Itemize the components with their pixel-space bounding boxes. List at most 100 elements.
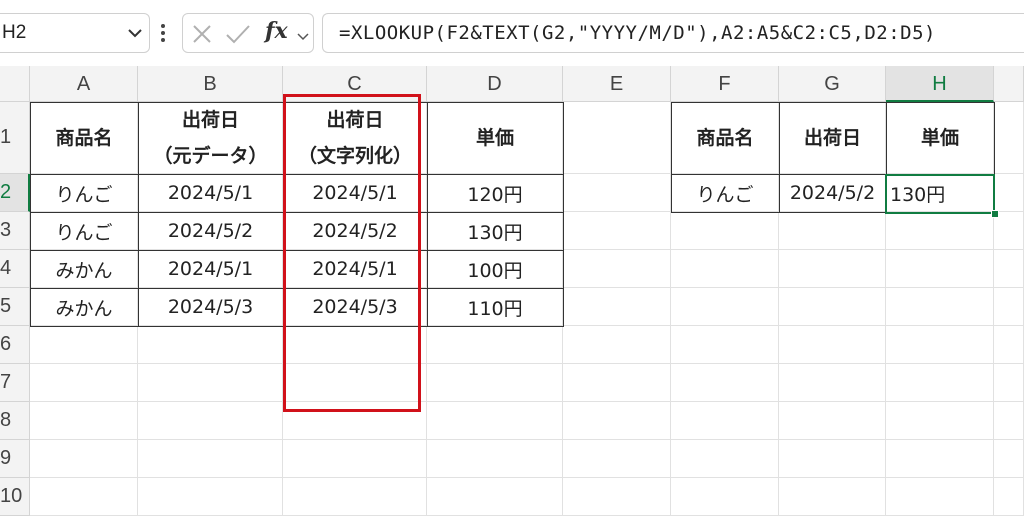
grid-cell[interactable] bbox=[994, 364, 1024, 402]
grid-cell[interactable] bbox=[30, 478, 138, 516]
cancel-icon[interactable] bbox=[191, 23, 213, 49]
grid-cell[interactable] bbox=[994, 478, 1024, 516]
grid-cell[interactable] bbox=[30, 440, 138, 478]
grid-cell[interactable] bbox=[779, 440, 886, 478]
grid-cell[interactable] bbox=[994, 402, 1024, 440]
grid-cell[interactable] bbox=[427, 326, 563, 364]
row-header-9[interactable]: 9 bbox=[0, 440, 30, 478]
column-header-b[interactable]: B bbox=[138, 66, 283, 102]
grid-cell[interactable] bbox=[671, 440, 779, 478]
grid-cell[interactable] bbox=[994, 250, 1024, 288]
grid-cell[interactable] bbox=[886, 212, 994, 250]
chevron-down-icon[interactable] bbox=[127, 25, 143, 45]
grid-cell[interactable] bbox=[886, 402, 994, 440]
row-header-3[interactable]: 3 bbox=[0, 212, 30, 250]
row-header-8[interactable]: 8 bbox=[0, 402, 30, 440]
grid-cell[interactable] bbox=[563, 174, 671, 212]
grid-cell[interactable] bbox=[886, 326, 994, 364]
grid-cell[interactable] bbox=[283, 478, 427, 516]
grid-cell[interactable] bbox=[886, 440, 994, 478]
grid-cell[interactable] bbox=[779, 402, 886, 440]
grid-cell[interactable] bbox=[994, 440, 1024, 478]
grid-cell[interactable] bbox=[671, 288, 779, 326]
column-header-e[interactable]: E bbox=[563, 66, 671, 102]
grid-cell[interactable] bbox=[30, 402, 138, 440]
price-cell: 100円 bbox=[467, 259, 523, 282]
grid-cell[interactable] bbox=[779, 326, 886, 364]
grid-cell[interactable] bbox=[886, 478, 994, 516]
grid-cell[interactable] bbox=[563, 288, 671, 326]
row-header-6[interactable]: 6 bbox=[0, 326, 30, 364]
spreadsheet-grid: A B C D E F G H 1 2 3 4 5 6 7 8 9 10 商品名 出荷日 （元データ） 出荷日 （文字列化）… bbox=[0, 66, 1024, 516]
row-header-2[interactable]: 2 bbox=[0, 174, 30, 212]
name-box[interactable]: H2 bbox=[0, 13, 150, 53]
grid-cell[interactable] bbox=[671, 250, 779, 288]
formula-input[interactable]: =XLOOKUP(F2&TEXT(G2,"YYYY/M/D"),A2:A5&C2… bbox=[322, 13, 1024, 53]
grid-cell[interactable] bbox=[994, 326, 1024, 364]
row-header-5[interactable]: 5 bbox=[0, 288, 30, 326]
grid-cell[interactable] bbox=[427, 440, 563, 478]
grid-cell[interactable] bbox=[994, 102, 1024, 174]
grid-cell[interactable] bbox=[283, 440, 427, 478]
grid-cell[interactable] bbox=[30, 326, 138, 364]
grid-cell[interactable] bbox=[886, 364, 994, 402]
select-all-corner[interactable] bbox=[0, 66, 30, 102]
grid-cell[interactable] bbox=[563, 402, 671, 440]
grid-cell[interactable] bbox=[671, 326, 779, 364]
grid-cell[interactable] bbox=[671, 212, 779, 250]
price-cell: 130円 bbox=[467, 221, 523, 244]
column-header-a[interactable]: A bbox=[30, 66, 138, 102]
row-header-4[interactable]: 4 bbox=[0, 250, 30, 288]
column-header-c[interactable]: C bbox=[283, 66, 427, 102]
ship-date-text-cell: 2024/5/1 bbox=[312, 182, 398, 204]
column-header-g[interactable]: G bbox=[779, 66, 886, 102]
grid-cell[interactable] bbox=[138, 326, 283, 364]
column-header-f[interactable]: F bbox=[671, 66, 779, 102]
ship-date-text-cell: 2024/5/3 bbox=[312, 296, 398, 318]
grid-cell[interactable] bbox=[427, 478, 563, 516]
grid-cell[interactable] bbox=[563, 212, 671, 250]
grid-cell[interactable] bbox=[283, 326, 427, 364]
grid-cell[interactable] bbox=[283, 402, 427, 440]
formula-text: =XLOOKUP(F2&TEXT(G2,"YYYY/M/D"),A2:A5&C2… bbox=[339, 22, 936, 44]
row-header-1[interactable]: 1 bbox=[0, 102, 30, 174]
grid-cell[interactable] bbox=[138, 402, 283, 440]
grid-cell[interactable] bbox=[563, 102, 671, 174]
grid-cell[interactable] bbox=[138, 478, 283, 516]
grid-cell[interactable] bbox=[994, 174, 1024, 212]
grid-cell[interactable] bbox=[671, 478, 779, 516]
insert-function-icon[interactable]: fx bbox=[265, 18, 288, 44]
column-header-blank[interactable] bbox=[994, 66, 1024, 102]
grid-cell[interactable] bbox=[563, 250, 671, 288]
chevron-down-icon[interactable] bbox=[297, 27, 309, 46]
grid-cell[interactable] bbox=[563, 478, 671, 516]
grid-cell[interactable] bbox=[779, 288, 886, 326]
fill-handle[interactable] bbox=[991, 210, 999, 218]
grid-cell[interactable] bbox=[283, 364, 427, 402]
grid-cell[interactable] bbox=[30, 364, 138, 402]
row-header-10[interactable]: 10 bbox=[0, 478, 30, 516]
grid-cell[interactable] bbox=[427, 364, 563, 402]
grid-cell[interactable] bbox=[886, 288, 994, 326]
check-icon[interactable] bbox=[225, 23, 251, 49]
grid-cell[interactable] bbox=[563, 326, 671, 364]
ship-date-cell: 2024/5/1 bbox=[167, 258, 254, 280]
grid-cell[interactable] bbox=[779, 212, 886, 250]
column-header-h[interactable]: H bbox=[886, 66, 994, 102]
table-border bbox=[779, 102, 780, 213]
grid-cell[interactable] bbox=[138, 364, 283, 402]
grid-cell[interactable] bbox=[886, 250, 994, 288]
grid-cell[interactable] bbox=[671, 402, 779, 440]
grid-cell[interactable] bbox=[427, 402, 563, 440]
grid-cell[interactable] bbox=[779, 478, 886, 516]
grid-cell[interactable] bbox=[779, 250, 886, 288]
grid-cell[interactable] bbox=[138, 440, 283, 478]
row-header-7[interactable]: 7 bbox=[0, 364, 30, 402]
grid-cell[interactable] bbox=[563, 364, 671, 402]
column-header-d[interactable]: D bbox=[427, 66, 563, 102]
grid-cell[interactable] bbox=[779, 364, 886, 402]
grid-cell[interactable] bbox=[994, 288, 1024, 326]
grid-cell[interactable] bbox=[671, 364, 779, 402]
grid-cell[interactable] bbox=[563, 440, 671, 478]
more-options-icon[interactable] bbox=[160, 22, 166, 48]
